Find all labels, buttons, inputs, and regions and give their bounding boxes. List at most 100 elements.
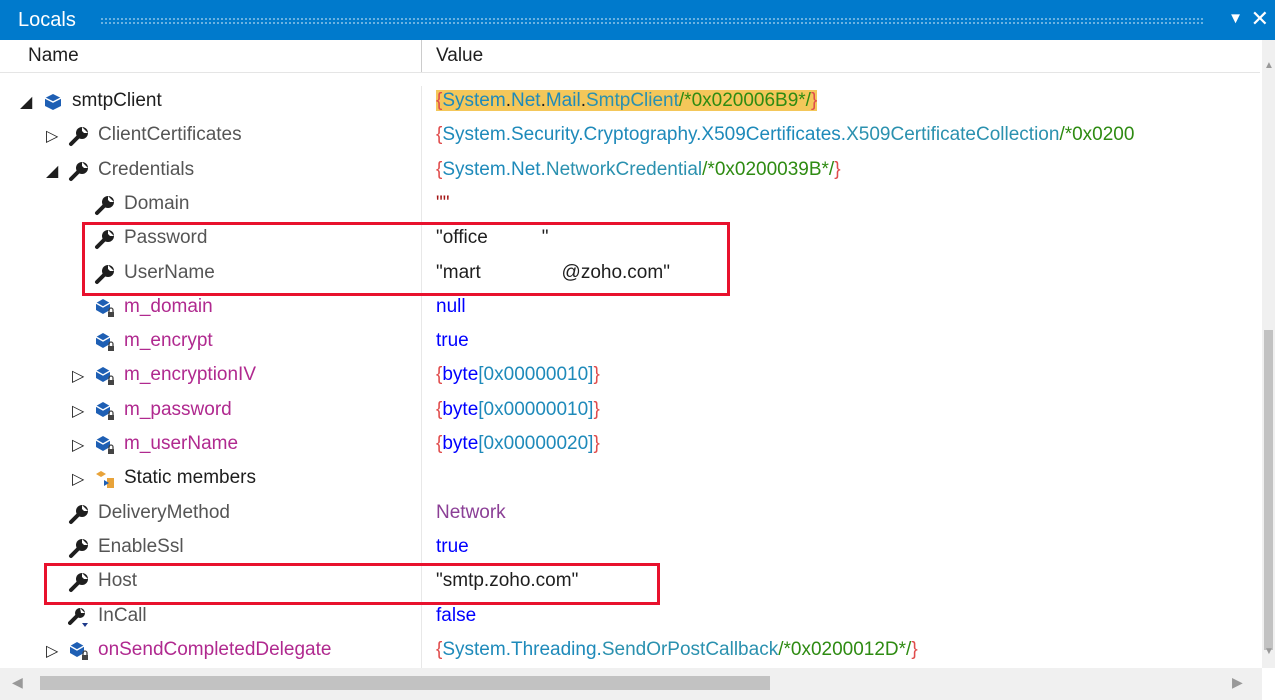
variable-name: InCall xyxy=(98,604,147,626)
value-token: true xyxy=(436,535,469,557)
tree-row[interactable]: ◢ smtpClient {System.Net.Mail.SmtpClient/*… xyxy=(0,86,1260,120)
value-token: } xyxy=(911,638,918,660)
collapse-arrow-icon[interactable]: ◢ xyxy=(20,92,32,112)
value-text: {System.Threading.SendOrPostCallback/*0x… xyxy=(436,639,918,660)
tree-row[interactable]: ▷ Static members xyxy=(0,463,1260,497)
tree-row[interactable]: ▷ ClientCertificates {System.Security.Cryp… xyxy=(0,120,1260,154)
value-cell[interactable]: {byte[0x00000020]} xyxy=(436,433,1258,455)
private-field-icon xyxy=(94,400,116,422)
scroll-down-icon[interactable]: ▼ xyxy=(1264,646,1274,657)
locals-window-titlebar: Locals ▼ ✕ xyxy=(0,0,1275,40)
value-token: } xyxy=(593,364,600,386)
scroll-left-icon[interactable]: ◀ xyxy=(12,674,23,691)
tree-row[interactable]: ▷ m_userName {byte[0x00000020]} xyxy=(0,429,1260,463)
variable-name: m_encrypt xyxy=(124,330,213,352)
expand-arrow-icon[interactable]: ▷ xyxy=(72,435,84,455)
expand-arrow-icon[interactable]: ▷ xyxy=(72,469,84,489)
expand-arrow-icon[interactable]: ▷ xyxy=(72,366,84,386)
value-cell[interactable]: {System.Threading.SendOrPostCallback/*0x… xyxy=(436,639,1258,661)
name-cell: ▷ ClientCertificates xyxy=(0,120,421,154)
horizontal-scroll-thumb[interactable] xyxy=(40,676,770,690)
name-cell: m_encrypt xyxy=(0,326,421,360)
value-text: {System.Security.Cryptography.X509Certif… xyxy=(436,124,1134,145)
expand-arrow-icon[interactable]: ▷ xyxy=(72,401,84,421)
vertical-scroll-thumb[interactable] xyxy=(1264,330,1273,650)
tree-row[interactable]: ▷ onSendCompletedDelegate {System.Threadin… xyxy=(0,635,1260,669)
name-cell: InCall xyxy=(0,601,421,635)
tree-row[interactable]: ◢ Credentials {System.Net.NetworkCredentia… xyxy=(0,155,1260,189)
value-token: SendOrPostCallback xyxy=(601,638,779,660)
value-text: false xyxy=(436,605,476,626)
value-cell[interactable]: {byte[0x00000010]} xyxy=(436,399,1258,421)
value-cell[interactable]: true xyxy=(436,536,1258,558)
value-token: false xyxy=(436,604,477,626)
highlight-box-host xyxy=(44,563,660,605)
name-cell: ▷ m_userName xyxy=(0,429,421,463)
name-cell: ▷ m_encryptionIV xyxy=(0,360,421,394)
value-token: null xyxy=(436,295,466,317)
variable-name: Domain xyxy=(124,192,190,214)
value-token: true xyxy=(436,330,469,352)
tree-row[interactable]: InCall false xyxy=(0,601,1260,635)
value-text: null xyxy=(436,296,466,317)
tree-row[interactable]: m_domain null xyxy=(0,292,1260,326)
name-cell: ▷ onSendCompletedDelegate xyxy=(0,635,421,669)
value-token: } xyxy=(593,433,600,454)
private-field-icon xyxy=(68,640,90,662)
value-token: System.Threading. xyxy=(442,638,602,660)
variable-name: DeliveryMethod xyxy=(98,501,230,523)
value-text: {byte[0x00000010]} xyxy=(436,364,600,385)
column-separator[interactable] xyxy=(421,40,422,72)
tree-row[interactable]: EnableSsl true xyxy=(0,532,1260,566)
value-token: /*0x020006B9*/ xyxy=(678,90,811,111)
tree-row[interactable]: ▷ m_password {byte[0x00000010]} xyxy=(0,395,1260,429)
tree-row[interactable]: m_encrypt true xyxy=(0,326,1260,360)
expand-arrow-icon[interactable]: ▷ xyxy=(46,641,58,661)
tree-row[interactable]: ▷ m_encryptionIV {byte[0x00000010]} xyxy=(0,360,1260,394)
value-token: Network xyxy=(436,501,506,523)
close-icon[interactable]: ✕ xyxy=(1251,6,1269,32)
value-cell[interactable]: Network xyxy=(436,502,1258,524)
private-field-icon xyxy=(94,331,116,353)
value-token: X509CertificateCollection xyxy=(846,124,1060,146)
value-token: Net xyxy=(511,90,541,111)
value-cell[interactable]: true xyxy=(436,330,1258,352)
value-token: [0x00000010] xyxy=(478,364,594,386)
tree-row[interactable]: DeliveryMethod Network xyxy=(0,498,1260,532)
column-header-value[interactable]: Value xyxy=(436,45,483,67)
name-cell: EnableSsl xyxy=(0,532,421,566)
variable-name: m_encryptionIV xyxy=(124,364,257,386)
value-cell[interactable]: {byte[0x00000010]} xyxy=(436,364,1258,386)
value-cell[interactable]: {System.Security.Cryptography.X509Certif… xyxy=(436,124,1258,146)
value-cell[interactable]: null xyxy=(436,296,1258,318)
value-token: Mail xyxy=(545,90,581,111)
variable-name: smtpClient xyxy=(72,90,162,111)
value-text: true xyxy=(436,330,469,351)
value-text: {System.Net.NetworkCredential/*0x0200039… xyxy=(436,159,841,180)
local-variable-icon xyxy=(42,91,64,113)
expand-arrow-icon[interactable]: ▷ xyxy=(46,126,58,146)
value-token: byte xyxy=(442,364,479,386)
window-menu-dropdown-icon[interactable]: ▼ xyxy=(1228,10,1243,27)
value-text: {byte[0x00000010]} xyxy=(436,399,600,420)
column-header-name[interactable]: Name xyxy=(28,45,79,67)
scroll-right-icon[interactable]: ▶ xyxy=(1232,674,1243,691)
wrench-property-icon xyxy=(68,125,90,147)
value-cell[interactable]: {System.Net.Mail.SmtpClient/*0x020006B9*… xyxy=(436,90,1258,112)
value-cell[interactable]: false xyxy=(436,605,1258,627)
highlight-box-credentials xyxy=(82,222,730,296)
value-token: "" xyxy=(436,192,450,214)
vertical-scrollbar[interactable]: ▲ ▼ xyxy=(1262,40,1275,668)
variable-name: Credentials xyxy=(98,158,195,180)
value-token: } xyxy=(834,158,841,180)
variable-name: Static members xyxy=(124,467,256,489)
value-cell[interactable]: "" xyxy=(436,193,1258,215)
scroll-up-icon[interactable]: ▲ xyxy=(1264,60,1274,71)
value-text: {System.Net.Mail.SmtpClient/*0x020006B9*… xyxy=(436,90,818,111)
name-cell: ◢ Credentials xyxy=(0,155,421,189)
titlebar-grip[interactable] xyxy=(100,17,1205,25)
value-cell[interactable]: {System.Net.NetworkCredential/*0x0200039… xyxy=(436,159,1258,181)
horizontal-scrollbar[interactable]: ◀ ▶ xyxy=(0,668,1262,700)
collapse-arrow-icon[interactable]: ◢ xyxy=(46,161,58,181)
tree-row[interactable]: Domain "" xyxy=(0,189,1260,223)
